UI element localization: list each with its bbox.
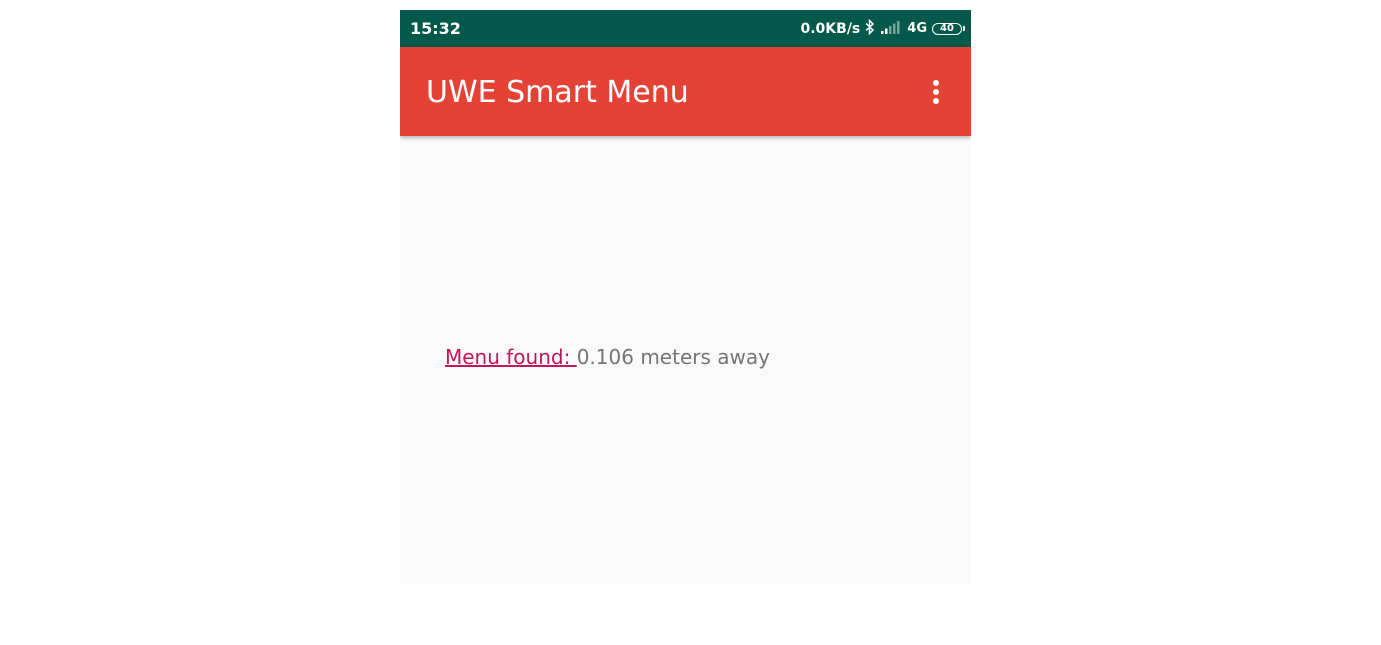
signal-icon xyxy=(880,20,902,39)
network-speed: 0.0KB/s xyxy=(800,21,861,37)
app-bar: UWE Smart Menu xyxy=(400,47,971,136)
content-area: Menu found: 0.106 meters away xyxy=(400,136,971,584)
app-title: UWE Smart Menu xyxy=(426,75,689,110)
network-type: 4G xyxy=(907,21,927,36)
menu-result: Menu found: 0.106 meters away xyxy=(445,344,770,370)
battery-icon: 40 xyxy=(932,23,965,35)
bluetooth-icon xyxy=(865,18,875,39)
more-vert-icon xyxy=(933,80,939,104)
status-indicators: 0.0KB/s 4G 40 xyxy=(800,18,965,39)
status-time: 15:32 xyxy=(410,19,461,38)
menu-found-link[interactable]: Menu found: xyxy=(445,345,577,369)
distance-text: 0.106 meters away xyxy=(576,345,770,369)
phone-screen: 15:32 0.0KB/s 4G 40 UWE Smart Menu Menu … xyxy=(400,10,971,584)
status-bar: 15:32 0.0KB/s 4G 40 xyxy=(400,10,971,47)
overflow-menu-button[interactable] xyxy=(921,74,951,110)
